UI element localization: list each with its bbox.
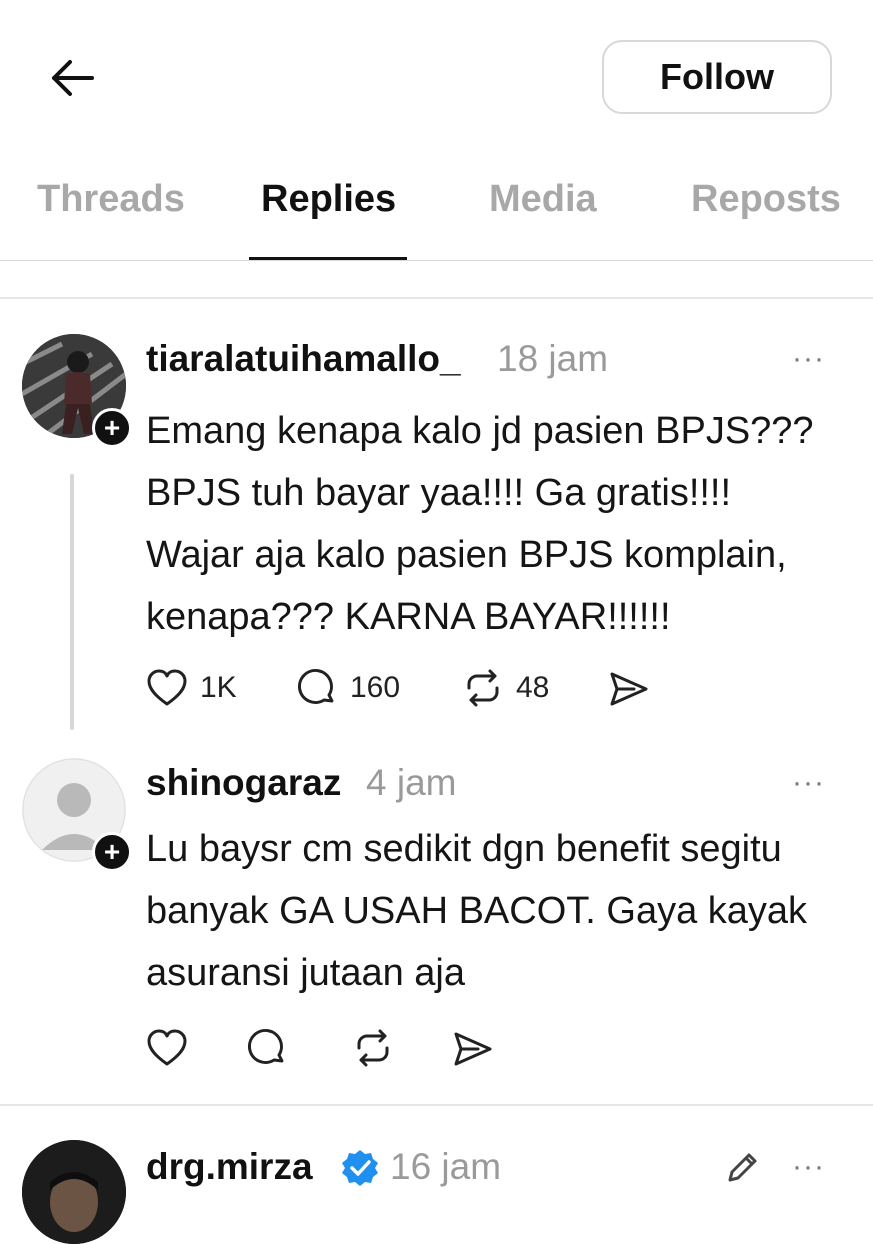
more-options-icon[interactable]: ··· bbox=[792, 1150, 825, 1184]
repost-icon bbox=[357, 1029, 389, 1067]
heart-icon bbox=[147, 1029, 187, 1066]
like-count: 1K bbox=[200, 671, 237, 704]
comment-icon bbox=[248, 1029, 284, 1064]
post-text: Lu baysr cm sedikit dgn benefit segitu b… bbox=[146, 818, 807, 1004]
post-time: 18 jam bbox=[497, 338, 609, 379]
reply-button[interactable]: 160 bbox=[298, 668, 400, 708]
post-text: Emang kenapa kalo jd pasien BPJS??? BPJS… bbox=[146, 400, 814, 648]
back-button[interactable] bbox=[48, 56, 96, 100]
post-text-line: Emang kenapa kalo jd pasien BPJS??? bbox=[146, 410, 814, 452]
post-text-line: Lu baysr cm sedikit dgn benefit segitu bbox=[146, 828, 782, 870]
section-divider bbox=[0, 297, 873, 299]
username[interactable]: shinogaraz bbox=[146, 762, 341, 804]
like-button[interactable] bbox=[146, 1028, 188, 1068]
username[interactable]: tiaralatuihamallo_ bbox=[146, 338, 461, 380]
follow-plus-badge[interactable]: + bbox=[92, 408, 132, 448]
tab-media[interactable]: Media bbox=[489, 178, 597, 221]
comment-icon bbox=[298, 669, 334, 704]
send-icon bbox=[610, 672, 648, 706]
avatar[interactable] bbox=[22, 1140, 126, 1244]
post-text-line: Wajar aja kalo pasien BPJS komplain, bbox=[146, 534, 787, 576]
repost-count: 48 bbox=[516, 671, 550, 704]
tab-threads[interactable]: Threads bbox=[37, 178, 185, 221]
share-button[interactable] bbox=[608, 670, 650, 708]
share-button[interactable] bbox=[452, 1030, 494, 1068]
verified-badge-icon bbox=[340, 1148, 380, 1188]
avatar-photo bbox=[22, 1140, 126, 1244]
post-text-line: banyak GA USAH BACOT. Gaya kayak bbox=[146, 890, 808, 932]
reply-button[interactable] bbox=[248, 1028, 288, 1068]
post-text-line: BPJS tuh bayar yaa!!!! Ga gratis!!!! bbox=[146, 472, 732, 514]
more-options-icon[interactable]: ··· bbox=[792, 766, 825, 800]
tab-divider bbox=[0, 260, 873, 261]
edit-icon[interactable] bbox=[722, 1148, 762, 1188]
post-time: 16 jam bbox=[390, 1146, 502, 1187]
like-button[interactable]: 1K bbox=[146, 668, 237, 708]
tab-replies[interactable]: Replies bbox=[261, 178, 396, 221]
more-options-icon[interactable]: ··· bbox=[792, 342, 825, 376]
thread-line bbox=[70, 474, 74, 730]
username[interactable]: drg.mirza bbox=[146, 1146, 313, 1188]
follow-button[interactable]: Follow bbox=[602, 40, 832, 114]
post-time: 4 jam bbox=[366, 762, 457, 803]
tab-reposts[interactable]: Reposts bbox=[691, 178, 841, 221]
repost-button[interactable] bbox=[352, 1028, 394, 1068]
post-text-line: asuransi jutaan aja bbox=[146, 952, 465, 994]
section-divider bbox=[0, 1104, 873, 1106]
reply-count: 160 bbox=[350, 671, 401, 704]
post-text-line: kenapa??? KARNA BAYAR!!!!!! bbox=[146, 596, 671, 638]
repost-icon bbox=[467, 669, 499, 707]
follow-plus-badge[interactable]: + bbox=[92, 832, 132, 872]
arrow-left-icon bbox=[52, 60, 94, 96]
send-icon bbox=[454, 1032, 492, 1066]
repost-button[interactable]: 48 bbox=[462, 668, 549, 708]
heart-icon bbox=[147, 669, 187, 706]
